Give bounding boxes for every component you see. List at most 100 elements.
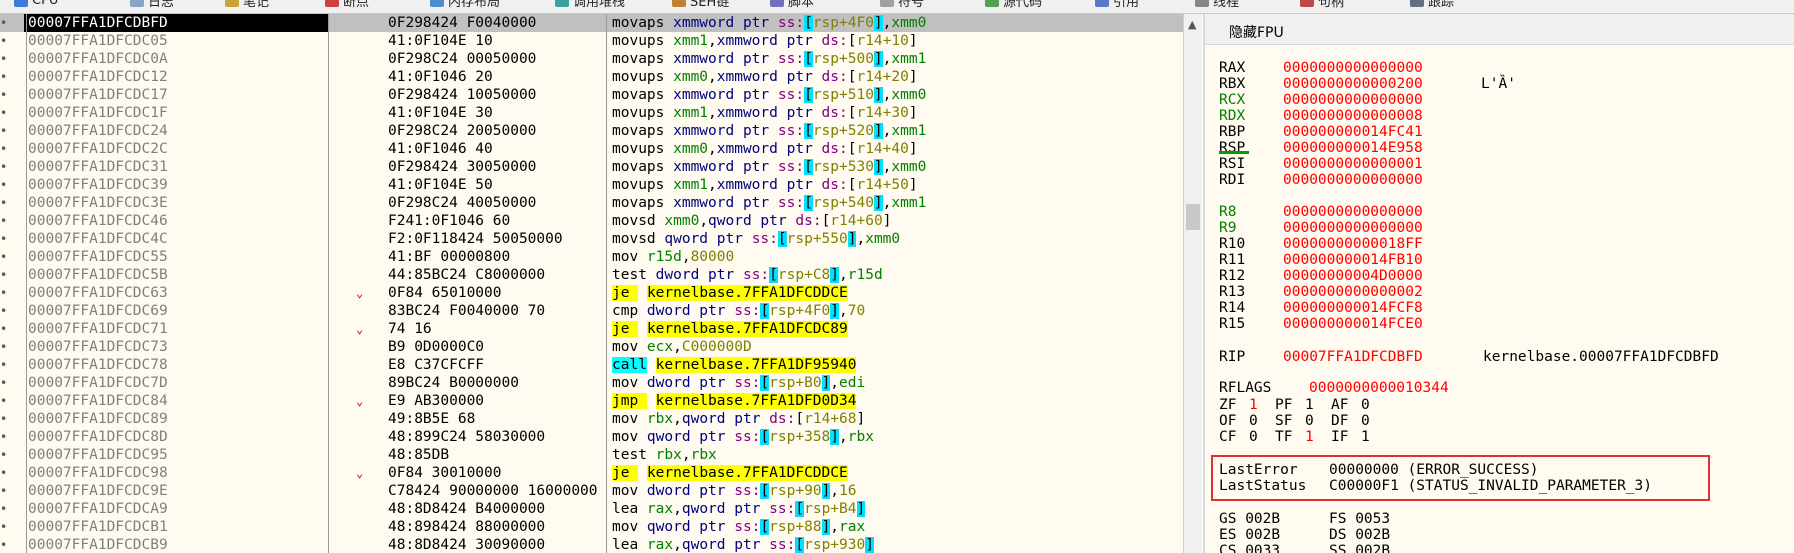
breakpoint-marker[interactable]: • <box>0 500 7 518</box>
flag-value[interactable]: 0 <box>1249 429 1258 445</box>
disasm-row[interactable]: • 00007FFA1DFCDC84 ⌄ E9 AB300000 jmp kernelb… <box>0 392 1183 410</box>
register-value[interactable]: 0000000000000001 <box>1283 156 1423 172</box>
breakpoint-marker[interactable]: • <box>0 14 7 32</box>
register-value[interactable]: 0000000000010344 <box>1309 380 1449 396</box>
register-value[interactable]: 000000000014FB10 <box>1283 252 1423 268</box>
disassembly-scrollbar[interactable]: ▲ <box>1183 14 1202 553</box>
register-value[interactable]: 0000000000000000 <box>1283 92 1423 108</box>
breakpoint-marker[interactable]: • <box>0 302 7 320</box>
breakpoint-marker[interactable]: • <box>0 392 7 410</box>
breakpoint-marker[interactable]: • <box>0 518 7 536</box>
disasm-row[interactable]: • 00007FFA1DFCDC9E C78424 90000000 1600000… <box>0 482 1183 500</box>
register-value[interactable]: 000000000014FCF8 <box>1283 300 1423 316</box>
segment-register[interactable]: CS 0033 <box>1219 543 1280 553</box>
disasm-row[interactable]: • 00007FFA1DFCDC71 ⌄ 74 16 je kernelbase.7FF… <box>0 320 1183 338</box>
breakpoint-marker[interactable]: • <box>0 410 7 428</box>
breakpoint-marker[interactable]: • <box>0 32 7 50</box>
breakpoint-marker[interactable]: • <box>0 50 7 68</box>
register-value[interactable]: 0000000000000008 <box>1283 108 1423 124</box>
flag-value[interactable]: 1 <box>1305 397 1314 413</box>
toolbar-button[interactable]: 调用堆栈 <box>555 0 625 10</box>
disasm-row[interactable]: • 00007FFA1DFCDBFD 0F298424 F0040000 movaps… <box>0 14 1183 32</box>
disasm-row[interactable]: • 00007FFA1DFCDCB9 48:8D8424 30090000 lea r… <box>0 536 1183 553</box>
flag-value[interactable]: 1 <box>1305 429 1314 445</box>
scroll-up-icon[interactable]: ▲ <box>1188 18 1196 31</box>
disasm-row[interactable]: • 00007FFA1DFCDC89 49:8B5E 68 mov rbx,qword… <box>0 410 1183 428</box>
breakpoint-marker[interactable]: • <box>0 356 7 374</box>
toolbar-button[interactable]: 源代码 <box>985 0 1042 10</box>
breakpoint-marker[interactable]: • <box>0 320 7 338</box>
segment-register[interactable]: ES 002B <box>1219 527 1280 543</box>
disasm-row[interactable]: • 00007FFA1DFCDCA9 48:8D8424 B4000000 lea r… <box>0 500 1183 518</box>
breakpoint-marker[interactable]: • <box>0 338 7 356</box>
flag-value[interactable]: 0 <box>1249 413 1258 429</box>
breakpoint-marker[interactable]: • <box>0 248 7 266</box>
flag-value[interactable]: 0 <box>1361 413 1370 429</box>
breakpoint-marker[interactable]: • <box>0 158 7 176</box>
register-value[interactable]: 0000000000000000 <box>1283 204 1423 220</box>
breakpoint-marker[interactable]: • <box>0 464 7 482</box>
register-value[interactable]: 00000000004D0000 <box>1283 268 1423 284</box>
toolbar-button[interactable]: 引用 <box>1095 0 1139 10</box>
disasm-row[interactable]: • 00007FFA1DFCDC31 0F298424 30050000 movaps… <box>0 158 1183 176</box>
flag-value[interactable]: 1 <box>1361 429 1370 445</box>
breakpoint-marker[interactable]: • <box>0 68 7 86</box>
disasm-row[interactable]: • 00007FFA1DFCDC55 41:BF 00000800 mov r15d,… <box>0 248 1183 266</box>
toolbar-button[interactable]: 笔记 <box>225 0 269 10</box>
disasm-row[interactable]: • 00007FFA1DFCDC7D 89BC24 B0000000 mov dwor… <box>0 374 1183 392</box>
breakpoint-marker[interactable]: • <box>0 482 7 500</box>
toolbar-button[interactable]: 断点 <box>325 0 369 10</box>
segment-register[interactable]: GS 002B <box>1219 511 1280 527</box>
breakpoint-marker[interactable]: • <box>0 284 7 302</box>
toolbar-button[interactable]: CPU <box>14 0 58 9</box>
flag-value[interactable]: 0 <box>1361 397 1370 413</box>
toolbar-button[interactable]: 符号 <box>880 0 924 10</box>
disasm-row[interactable]: • 00007FFA1DFCDC1F 41:0F104E 30 movups xmm1… <box>0 104 1183 122</box>
register-value[interactable]: 000000000014E958 <box>1283 140 1423 156</box>
breakpoint-marker[interactable]: • <box>0 374 7 392</box>
disasm-row[interactable]: • 00007FFA1DFCDC8D 48:899C24 58030000 mov q… <box>0 428 1183 446</box>
disasm-row[interactable]: • 00007FFA1DFCDC12 41:0F1046 20 movups xmm0… <box>0 68 1183 86</box>
disasm-row[interactable]: • 00007FFA1DFCDC46 F241:0F1046 60 movsd xmm… <box>0 212 1183 230</box>
scroll-thumb[interactable] <box>1186 204 1200 230</box>
disassembly-view[interactable]: • 00007FFA1DFCDBFD 0F298424 F0040000 movaps… <box>0 14 1183 553</box>
disasm-row[interactable]: • 00007FFA1DFCDC78 E8 C37CFCFF call kernelb… <box>0 356 1183 374</box>
disasm-row[interactable]: • 00007FFA1DFCDC4C F2:0F118424 50050000 mov… <box>0 230 1183 248</box>
breakpoint-marker[interactable]: • <box>0 266 7 284</box>
toolbar-button[interactable]: 跟踪 <box>1410 0 1454 10</box>
toolbar-button[interactable]: 日志 <box>130 0 174 10</box>
disasm-row[interactable]: • 00007FFA1DFCDC05 41:0F104E 10 movups xmm1… <box>0 32 1183 50</box>
flag-value[interactable]: 1 <box>1249 397 1258 413</box>
disasm-row[interactable]: • 00007FFA1DFCDC0A 0F298C24 00050000 movaps… <box>0 50 1183 68</box>
segment-register[interactable]: FS 0053 <box>1329 511 1390 527</box>
disasm-row[interactable]: • 00007FFA1DFCDC17 0F298424 10050000 movaps… <box>0 86 1183 104</box>
register-value[interactable]: 0000000000000002 <box>1283 284 1423 300</box>
breakpoint-marker[interactable]: • <box>0 446 7 464</box>
register-value[interactable]: 000000000014FCE0 <box>1283 316 1423 332</box>
disasm-row[interactable]: • 00007FFA1DFCDC73 B9 0D0000C0 mov ecx,C000… <box>0 338 1183 356</box>
toolbar-button[interactable]: 句柄 <box>1300 0 1344 10</box>
register-value[interactable]: 0000000000000000 <box>1283 172 1423 188</box>
disasm-row[interactable]: • 00007FFA1DFCDC98 ⌄ 0F84 30010000 je kernel… <box>0 464 1183 482</box>
breakpoint-marker[interactable]: • <box>0 194 7 212</box>
disasm-row[interactable]: • 00007FFA1DFCDC39 41:0F104E 50 movups xmm1… <box>0 176 1183 194</box>
disasm-row[interactable]: • 00007FFA1DFCDC2C 41:0F1046 40 movups xmm0… <box>0 140 1183 158</box>
register-value[interactable]: 00007FFA1DFCDBFD <box>1283 349 1423 365</box>
toolbar-button[interactable]: 脚本 <box>770 0 814 10</box>
breakpoint-marker[interactable]: • <box>0 428 7 446</box>
disasm-row[interactable]: • 00007FFA1DFCDC63 ⌄ 0F84 65010000 je kernel… <box>0 284 1183 302</box>
segment-register[interactable]: SS 002B <box>1329 543 1390 553</box>
breakpoint-marker[interactable]: • <box>0 176 7 194</box>
disasm-row[interactable]: • 00007FFA1DFCDCB1 48:898424 88000000 mov q… <box>0 518 1183 536</box>
toolbar-button[interactable]: 内存布局 <box>430 0 500 10</box>
breakpoint-marker[interactable]: • <box>0 104 7 122</box>
hide-fpu-button[interactable]: 隐藏FPU <box>1229 22 1284 42</box>
toolbar-button[interactable]: SEH链 <box>672 0 729 10</box>
breakpoint-marker[interactable]: • <box>0 140 7 158</box>
register-value[interactable]: 0000000000000000 <box>1283 220 1423 236</box>
toolbar-button[interactable]: 线程 <box>1195 0 1239 10</box>
disasm-row[interactable]: • 00007FFA1DFCDC5B 44:85BC24 C8000000 test … <box>0 266 1183 284</box>
register-value[interactable]: 0000000000000000 <box>1283 60 1423 76</box>
register-value[interactable]: 0000000000000200 <box>1283 76 1423 92</box>
flag-value[interactable]: 0 <box>1305 413 1314 429</box>
